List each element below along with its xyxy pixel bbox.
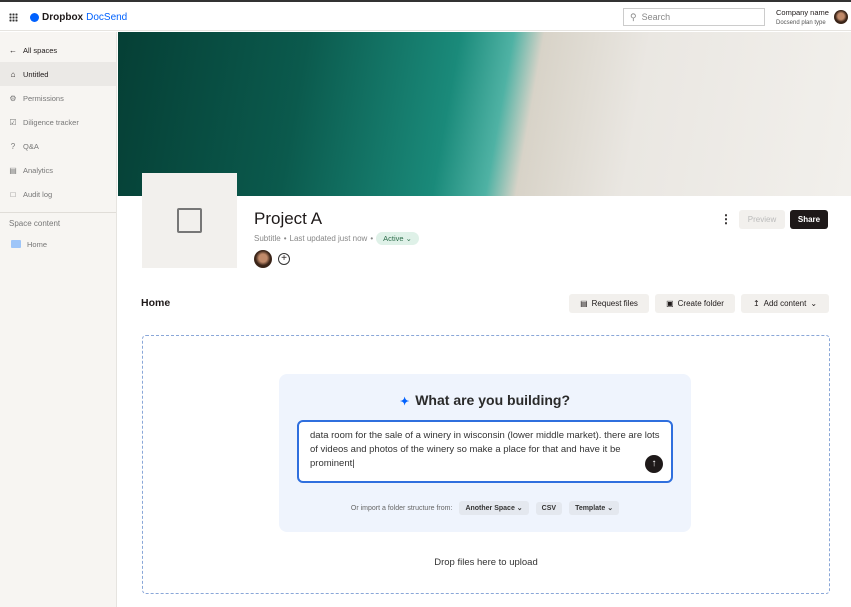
label: Analytics [23,165,54,175]
ai-builder-card: ✦ What are you building? data room for th… [279,374,691,532]
search-placeholder: Search [641,12,671,22]
prompt-textarea[interactable]: data room for the sale of a winery in wi… [297,420,673,483]
company-name: Company name [776,8,829,17]
label: Home [27,239,48,249]
back-all-spaces[interactable]: ← All spaces [0,38,116,62]
product: DocSend [86,12,128,23]
app-grid-icon[interactable] [9,13,18,22]
label: Q&A [23,141,39,151]
status: Active [383,234,404,243]
page-title: Project A [254,209,323,228]
import-row: Or import a folder structure from: Anothe… [279,501,691,515]
preview-button[interactable]: Preview [739,210,785,229]
user-avatar[interactable] [834,10,848,24]
audit-icon: □ [10,189,16,199]
question: What are you building? [415,392,570,408]
label: Create folder [677,299,724,308]
top-bar: Dropbox DocSend ⚲ Search Company name Docse… [0,4,851,31]
space-thumbnail[interactable] [142,173,237,268]
gear-icon: ⚙ [9,93,17,103]
brand: Dropbox [42,12,84,23]
file-request-icon: ▤ [580,299,588,308]
cover-image [118,32,851,196]
upload-icon: ↥ [752,299,760,308]
sidebar-item-analytics[interactable]: ▤ Analytics [0,158,116,182]
add-content-button[interactable]: ↥ Add content ⌄ [741,294,829,313]
account-info[interactable]: Company name Docsend plan type [776,8,829,28]
another-space-dropdown[interactable]: Another Space ⌄ [459,501,529,515]
label: Request files [591,299,638,308]
builder-heading: ✦ What are you building? [279,392,691,408]
folder-plus-icon: ▣ [666,299,674,308]
label: Untitled [23,69,49,79]
sidebar-item-untitled[interactable]: ⌂ Untitled [0,62,116,86]
divider [0,212,116,213]
checkbox-icon: ☑ [9,117,17,127]
label: Diligence tracker [23,117,79,127]
sidebar-item-qa[interactable]: ? Q&A [0,134,116,158]
import-label: Or import a folder structure from: [350,504,453,512]
owner-avatar[interactable] [254,250,272,268]
plan-type: Docsend plan type [776,20,826,26]
sidebar-item-diligence[interactable]: ☑ Diligence tracker [0,110,116,134]
request-files-button[interactable]: ▤ Request files [569,294,649,313]
folder-home[interactable]: Home [0,232,116,256]
arrow-left-icon: ← [9,45,17,55]
label: Audit log [23,189,53,199]
question-icon: ? [10,141,16,151]
search-icon: ⚲ [630,12,637,22]
prompt-text: data room for the sale of a winery in wi… [310,430,660,469]
section-heading: Space content [9,219,61,228]
sidebar-item-permissions[interactable]: ⚙ Permissions [0,86,116,110]
send-button[interactable]: ↑ [645,455,663,473]
label: Permissions [23,93,64,103]
folder-icon [11,240,21,248]
csv-button[interactable]: CSV [535,501,563,515]
more-options-icon[interactable]: ⋮ [720,212,732,226]
search-input[interactable]: ⚲ Search [623,8,765,26]
label: Another Space [465,505,515,512]
sidebar-item-audit[interactable]: □ Audit log [0,182,116,206]
label: All spaces [23,45,58,55]
add-person-icon[interactable]: + [278,253,290,265]
chart-icon: ▤ [9,165,17,175]
create-folder-button[interactable]: ▣ Create folder [655,294,735,313]
drop-instructions: Drop files here to upload [434,557,538,568]
share-button[interactable]: Share [790,210,828,229]
last-updated: Last updated just now [289,234,368,243]
label: Add content [763,299,807,308]
section-title: Home [141,297,171,309]
chevron-down-icon: ⌄ [810,299,818,308]
dropbox-logo-icon [30,13,39,22]
space-meta: Subtitle • Last updated just now • Active ⌄ [254,232,419,245]
template-dropdown[interactable]: Template ⌄ [569,501,620,515]
status-badge[interactable]: Active ⌄ [376,232,419,245]
home-icon: ⌂ [10,69,16,79]
sparkle-icon: ✦ [400,396,410,408]
label: Template [575,505,606,512]
sidebar: ← All spaces ⌂ Untitled ⚙ Permissions ☑ Dili… [0,32,117,607]
subtitle: Subtitle [254,234,281,243]
logo[interactable]: Dropbox DocSend [30,12,127,23]
image-icon [177,208,202,233]
